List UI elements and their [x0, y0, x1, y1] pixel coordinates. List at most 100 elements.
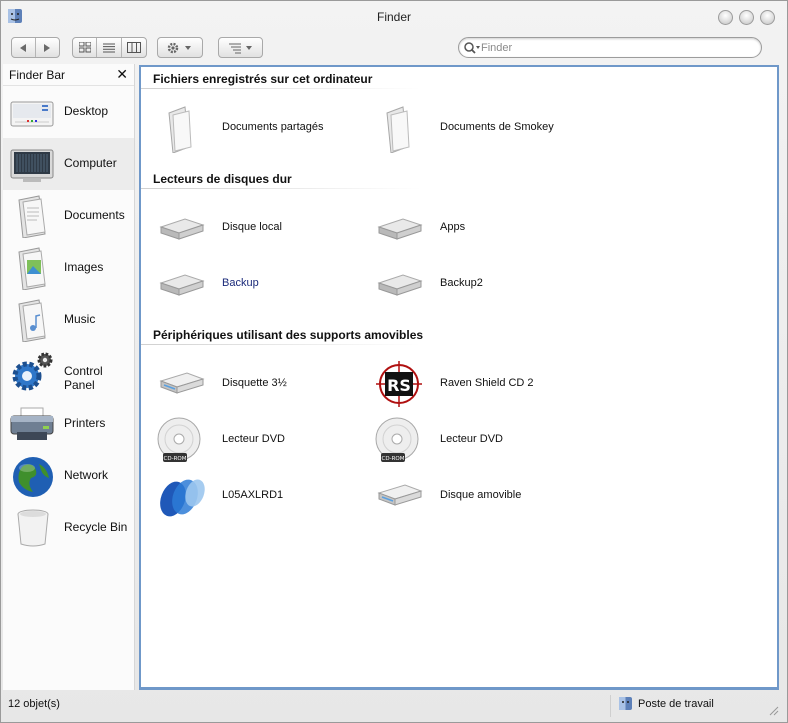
device-item-dvd-1[interactable]: CD-ROM Lecteur DVD — [155, 415, 365, 465]
images-icon — [18, 247, 46, 290]
drive-item-local-disk[interactable]: Disque local — [155, 203, 365, 253]
drive-item-apps[interactable]: Apps — [373, 203, 583, 253]
content-pane: Fichiers enregistrés sur cet ordinateur … — [139, 65, 779, 690]
resize-grip-icon[interactable] — [767, 704, 779, 716]
sidebar-title: Finder Bar — [9, 67, 66, 82]
sidebar-item-recycle-bin[interactable]: Recycle Bin — [3, 502, 134, 554]
floppy-drive-icon — [159, 372, 205, 394]
section-divider — [141, 188, 421, 189]
cd-rom-icon: CD-ROM — [157, 417, 201, 462]
hard-drive-icon — [159, 218, 205, 240]
sidebar-item-desktop[interactable]: Desktop — [3, 86, 134, 138]
item-label: Lecteur DVD — [440, 433, 503, 445]
computer-icon — [10, 149, 54, 182]
item-label: Disque amovible — [440, 489, 522, 501]
sidebar-item-label: Recycle Bin — [64, 520, 128, 534]
section-divider — [141, 88, 421, 89]
gear-icon — [167, 42, 191, 53]
column-view-icon — [126, 42, 141, 53]
close-button[interactable] — [760, 10, 775, 25]
hard-drive-icon — [377, 274, 423, 296]
control-panel-icon — [12, 352, 53, 391]
search-field[interactable] — [458, 37, 762, 58]
recycle-bin-icon — [17, 509, 49, 547]
network-globe-icon — [13, 457, 53, 497]
sidebar-item-network[interactable]: Network — [3, 450, 134, 502]
sidebar-item-label: Control Panel — [64, 364, 103, 392]
sidebar-item-label: Desktop — [64, 104, 109, 118]
search-input[interactable] — [481, 39, 751, 56]
item-label: Raven Shield CD 2 — [440, 377, 534, 389]
section-title-hard-drives: Lecteurs de disques dur — [153, 172, 292, 186]
device-item-l05axlrd1[interactable]: L05AXLRD1 — [155, 471, 365, 521]
minimize-button[interactable] — [718, 10, 733, 25]
list-view-button[interactable] — [97, 38, 122, 57]
sidebar-item-label: Documents — [64, 208, 125, 222]
search-icon[interactable] — [463, 40, 481, 56]
cd-rom-icon: CD-ROM — [375, 417, 419, 462]
item-label: Documents de Smokey — [440, 121, 554, 133]
folder-icon — [168, 106, 192, 153]
sidebar-item-images[interactable]: Images — [3, 242, 134, 294]
sidebar-item-computer[interactable]: Computer — [3, 138, 134, 190]
item-label: Backup2 — [440, 277, 483, 289]
item-label: L05AXLRD1 — [222, 489, 284, 501]
cd-rom-text: CD-ROM — [382, 456, 405, 462]
item-count: 12 objet(s) — [8, 698, 60, 710]
documents-icon — [18, 195, 46, 238]
sidebar-item-printers[interactable]: Printers — [3, 398, 134, 450]
view-buttons — [72, 37, 147, 58]
sidebar-item-control-panel[interactable]: Control Panel — [3, 346, 134, 398]
section-title-files: Fichiers enregistrés sur cet ordinateur — [153, 72, 373, 86]
item-label: Disque local — [222, 221, 282, 233]
status-bar: 12 objet(s) Poste de travail — [1, 691, 787, 722]
removable-drive-icon — [377, 484, 423, 506]
forward-button[interactable] — [36, 38, 59, 57]
sidebar-item-label: Computer — [64, 156, 117, 170]
item-label: Lecteur DVD — [222, 433, 285, 445]
maximize-button[interactable] — [739, 10, 754, 25]
icon-view-icon — [78, 42, 91, 53]
device-item-dvd-2[interactable]: CD-ROM Lecteur DVD — [373, 415, 583, 465]
computer-small-icon — [619, 697, 632, 710]
finder-window: Finder Finder Finder Bar ✕ Desktop Compu… — [0, 0, 788, 723]
sidebar-header: Finder Bar ✕ — [3, 64, 134, 86]
section-title-removable: Périphériques utilisant des supports amo… — [153, 328, 424, 342]
icon-view-button[interactable] — [73, 38, 98, 57]
item-label: Apps — [440, 221, 466, 233]
device-item-raven-shield-cd[interactable]: RS Raven Shield CD 2 — [373, 359, 583, 409]
desktop-icon — [10, 101, 54, 127]
sidebar-item-label: Images — [64, 260, 104, 274]
column-view-button[interactable] — [122, 38, 146, 57]
device-item-floppy[interactable]: Disquette 3½ — [155, 359, 365, 409]
drive-item-backup2[interactable]: Backup2 — [373, 259, 583, 309]
action-menu-button[interactable] — [157, 37, 203, 58]
item-label: Documents partagés — [222, 121, 324, 133]
arrange-menu-button[interactable] — [218, 37, 263, 58]
navigation-buttons — [11, 37, 60, 58]
current-location: Poste de travail — [638, 698, 714, 710]
sidebar-item-label: Network — [64, 468, 109, 482]
sidebar-item-label: Music — [64, 312, 96, 326]
folder-item-smokey-documents[interactable]: Documents de Smokey — [373, 103, 583, 153]
item-label: Disquette 3½ — [222, 377, 287, 389]
sidebar-item-documents[interactable]: Documents — [3, 190, 134, 242]
close-sidebar-icon[interactable]: ✕ — [116, 66, 128, 83]
raven-shield-cd-icon: RS — [376, 361, 422, 407]
arrange-icon — [228, 43, 252, 53]
back-button[interactable] — [12, 38, 36, 57]
status-divider — [610, 695, 611, 717]
folder-icon — [386, 106, 410, 153]
finder-bar-sidebar: Finder Bar ✕ Desktop Computer Documents … — [3, 64, 135, 690]
music-icon — [18, 299, 46, 342]
section-divider — [141, 344, 421, 345]
forward-arrow-icon — [44, 43, 51, 52]
folder-item-shared-documents[interactable]: Documents partagés — [155, 103, 365, 153]
printer-icon — [10, 407, 54, 440]
sidebar-item-music[interactable]: Music — [3, 294, 134, 346]
device-item-removable-disk[interactable]: Disque amovible — [373, 471, 583, 521]
blue-disc-logo-icon — [160, 479, 205, 517]
title-bar[interactable]: Finder — [1, 1, 787, 33]
sidebar-item-label: Printers — [64, 416, 106, 430]
drive-item-backup[interactable]: Backup — [155, 259, 365, 309]
